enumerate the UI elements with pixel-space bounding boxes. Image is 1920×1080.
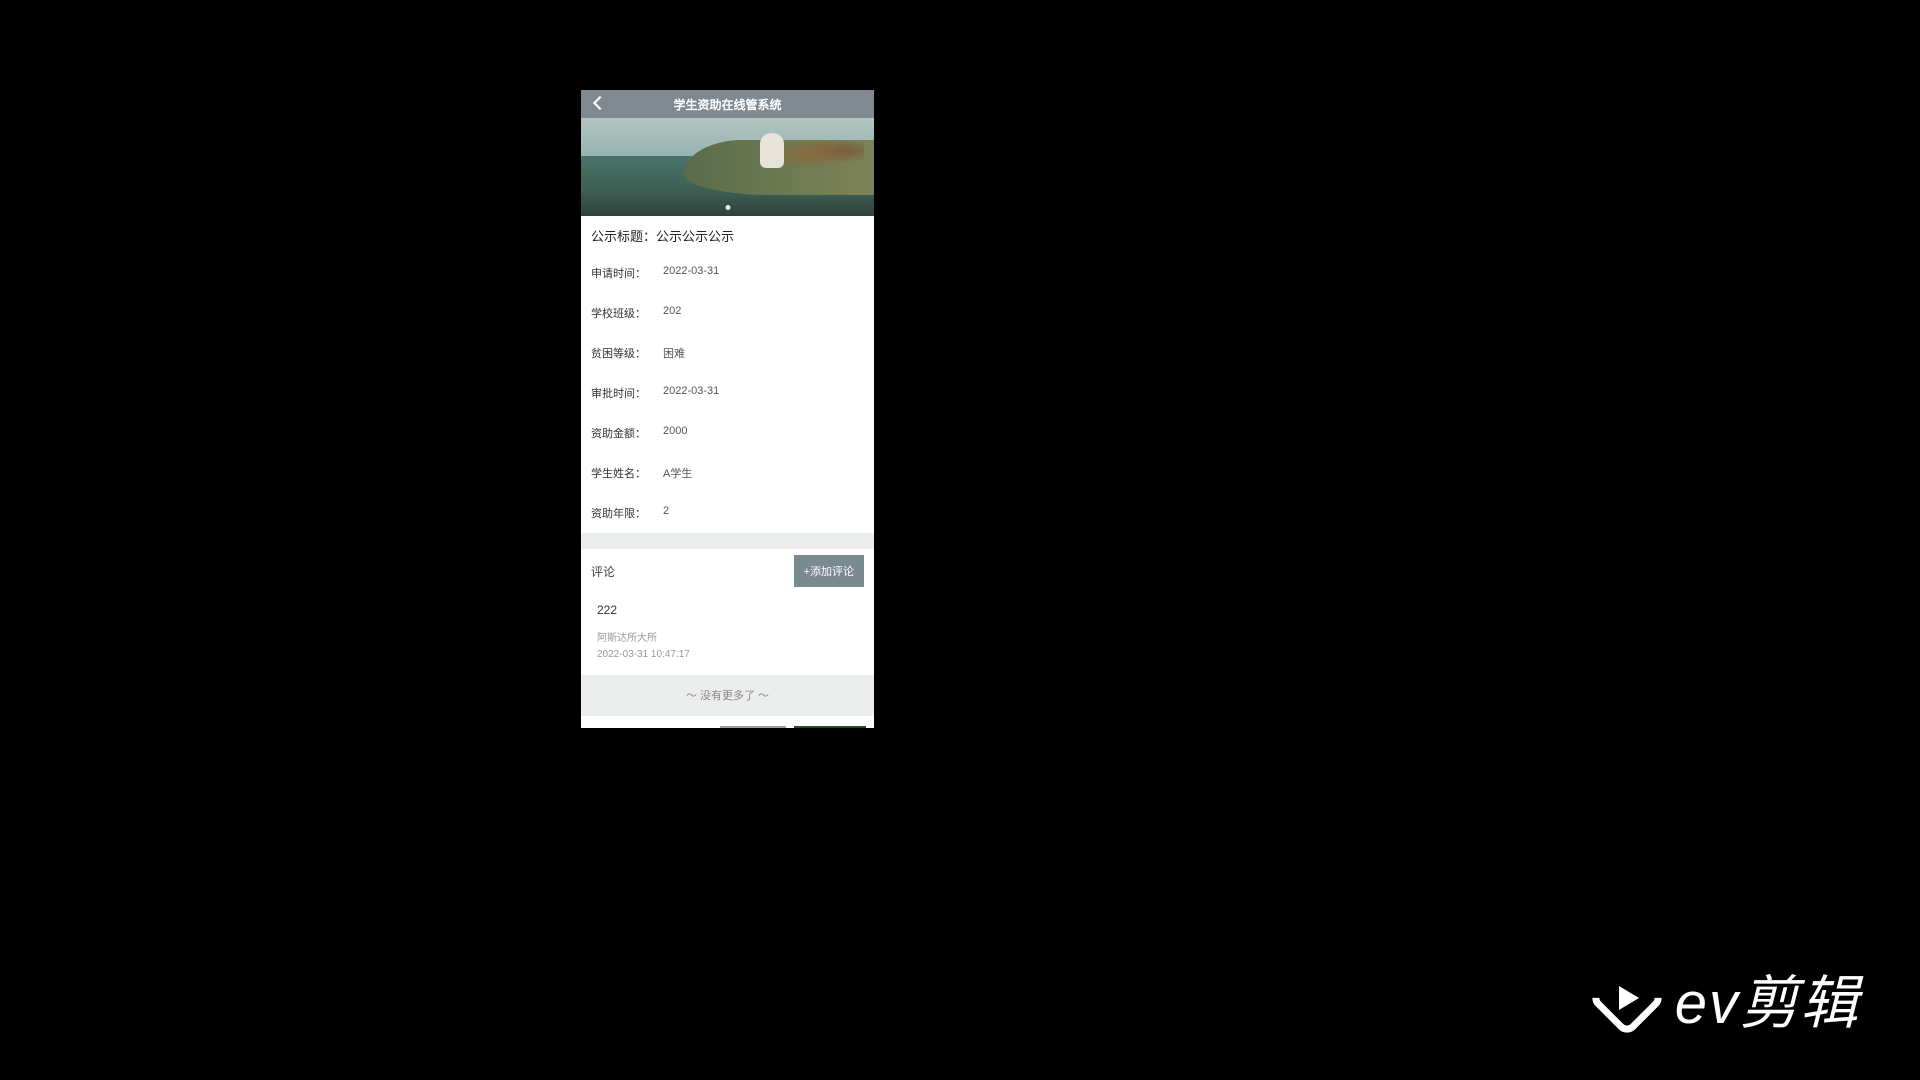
mobile-app-viewport: 学生资助在线管系统 公示标题：公示公示公示 申请时间： 2022-03-31 学… [581, 90, 874, 728]
info-label: 学校班级： [591, 305, 663, 321]
info-value: A学生 [663, 465, 692, 481]
comment-item: 222 阿斯达所大所 2022-03-31 10:47:17 [581, 593, 874, 675]
announcement-title-label: 公示标题： [591, 229, 656, 244]
appeal-button[interactable]: 申请复议 [794, 726, 866, 728]
back-icon[interactable] [591, 96, 607, 112]
comment-time: 2022-03-31 10:47:17 [597, 647, 858, 663]
comments-section-title: 评论 [591, 563, 615, 580]
info-value: 困难 [663, 345, 685, 361]
announcement-title-value: 公示公示公示 [656, 229, 734, 244]
info-row-amount: 资助金额： 2000 [591, 413, 864, 453]
comment-meta: 阿斯达所大所 2022-03-31 10:47:17 [597, 631, 858, 663]
section-divider [581, 533, 874, 549]
info-value: 2 [663, 505, 669, 521]
info-value: 2022-03-31 [663, 265, 719, 281]
read-button[interactable]: 已读 [720, 726, 786, 728]
info-value: 2022-03-31 [663, 385, 719, 401]
app-header: 学生资助在线管系统 [581, 90, 874, 118]
banner-carousel[interactable] [581, 118, 874, 216]
no-more-comments: ～ 没有更多了 ～ [581, 675, 874, 715]
add-comment-button[interactable]: +添加评论 [794, 555, 864, 587]
banner-image-trees [784, 136, 864, 166]
comment-author: 阿斯达所大所 [597, 631, 858, 647]
footer-action-bar: 已读 申请复议 [581, 715, 874, 728]
info-row-poverty-level: 贫困等级： 困难 [591, 333, 864, 373]
banner-image-building [760, 133, 784, 168]
comment-text: 222 [597, 603, 858, 617]
watermark-text: ev剪辑 [1675, 956, 1860, 1040]
info-label: 贫困等级： [591, 345, 663, 361]
header-title: 学生资助在线管系统 [581, 96, 874, 113]
info-row-student-name: 学生姓名： A学生 [591, 453, 864, 493]
watermark-logo: ev剪辑 [1599, 956, 1860, 1040]
info-label: 学生姓名： [591, 465, 663, 481]
info-label: 审批时间： [591, 385, 663, 401]
info-row-approve-time: 审批时间： 2022-03-31 [591, 373, 864, 413]
info-label: 申请时间： [591, 265, 663, 281]
info-row-years: 资助年限： 2 [591, 493, 864, 533]
carousel-indicator-icon [725, 205, 730, 210]
announcement-title-row: 公示标题：公示公示公示 [581, 216, 874, 253]
detail-info-list: 申请时间： 2022-03-31 学校班级： 202 贫困等级： 困难 审批时间… [581, 253, 874, 533]
info-row-class: 学校班级： 202 [591, 293, 864, 333]
info-label: 资助金额： [591, 425, 663, 441]
info-value: 2000 [663, 425, 687, 441]
comments-header: 评论 +添加评论 [581, 549, 874, 593]
info-row-apply-time: 申请时间： 2022-03-31 [591, 253, 864, 293]
play-icon [1599, 970, 1655, 1026]
info-value: 202 [663, 305, 681, 321]
info-label: 资助年限： [591, 505, 663, 521]
